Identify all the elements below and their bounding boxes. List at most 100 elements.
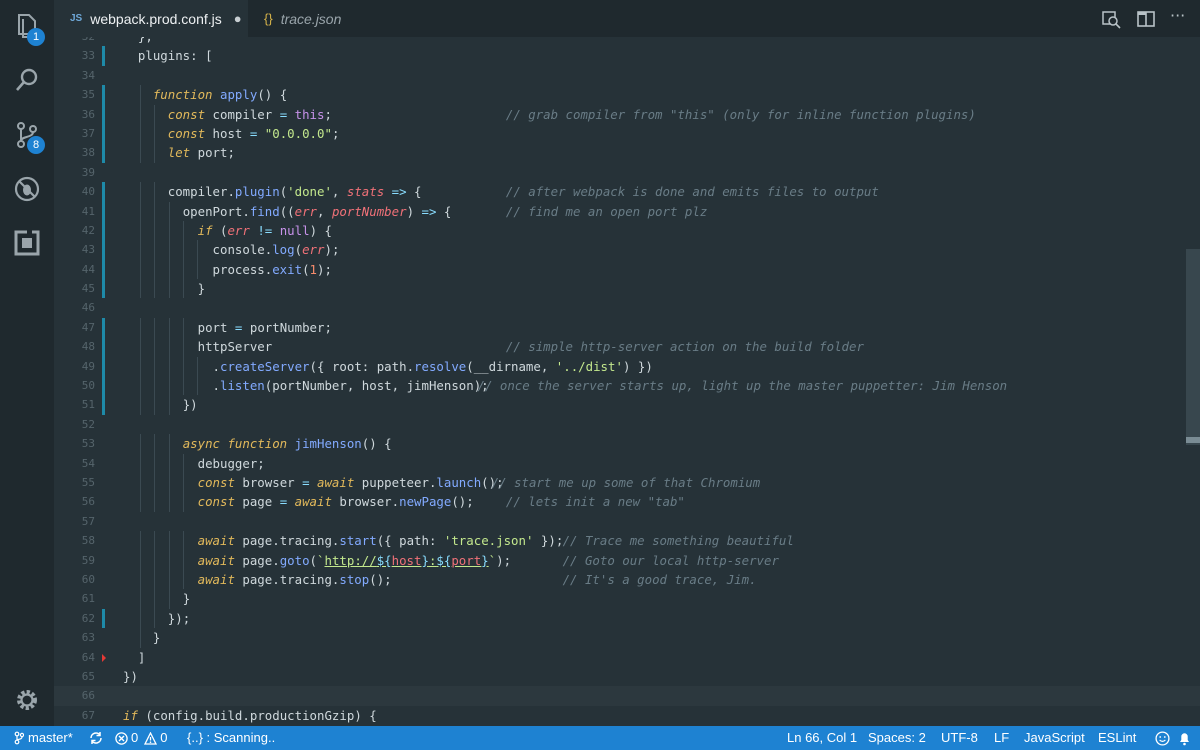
- line-number[interactable]: 50: [54, 376, 95, 395]
- notifications-bell-icon[interactable]: [1178, 726, 1191, 750]
- problems-indicator[interactable]: 0 0: [115, 726, 167, 750]
- modified-line-marker[interactable]: [102, 240, 105, 260]
- code-line[interactable]: 40 compiler.plugin('done', stats => {// …: [54, 182, 1200, 202]
- scanning-status[interactable]: {..} : Scanning..: [187, 726, 275, 750]
- modified-line-marker[interactable]: [102, 337, 105, 357]
- sync-icon[interactable]: [89, 726, 103, 750]
- line-number[interactable]: 43: [54, 240, 95, 259]
- line-number[interactable]: 63: [54, 628, 95, 647]
- line-number[interactable]: 54: [54, 454, 95, 473]
- line-number[interactable]: 32: [54, 37, 95, 46]
- modified-line-marker[interactable]: [102, 376, 105, 396]
- code-line[interactable]: 39: [54, 163, 1200, 182]
- feedback-smiley-icon[interactable]: [1155, 726, 1170, 750]
- code-line[interactable]: 57: [54, 512, 1200, 531]
- tab-webpack-prod-conf[interactable]: JS webpack.prod.conf.js ●: [54, 0, 248, 37]
- code-line[interactable]: 67 if (config.build.productionGzip) {: [54, 706, 1200, 725]
- modified-line-marker[interactable]: [102, 279, 105, 299]
- code-line[interactable]: 42 if (err != null) {: [54, 220, 1200, 241]
- search-icon[interactable]: [13, 66, 41, 94]
- deleted-lines-marker[interactable]: [102, 653, 106, 662]
- line-number[interactable]: 47: [54, 318, 95, 337]
- modified-line-marker[interactable]: [102, 46, 105, 66]
- code-line[interactable]: 61 }: [54, 589, 1200, 609]
- line-number[interactable]: 53: [54, 434, 95, 453]
- code-line[interactable]: 44 process.exit(1);: [54, 259, 1200, 280]
- line-number[interactable]: 40: [54, 182, 95, 201]
- code-line[interactable]: 56 const page = await browser.newPage();…: [54, 492, 1200, 512]
- line-number[interactable]: 60: [54, 570, 95, 589]
- modified-line-marker[interactable]: [102, 220, 105, 241]
- code-line[interactable]: 49 .createServer({ root: path.resolve(__…: [54, 356, 1200, 377]
- code-line[interactable]: 63 }: [54, 628, 1200, 648]
- line-number[interactable]: 41: [54, 202, 95, 221]
- eol-setting[interactable]: LF: [994, 726, 1009, 750]
- unsaved-dot-icon[interactable]: ●: [234, 11, 242, 26]
- eslint-status[interactable]: ESLint: [1098, 726, 1136, 750]
- code-line[interactable]: 33 plugins: [: [54, 46, 1200, 66]
- line-number[interactable]: 34: [54, 66, 95, 85]
- code-editor[interactable]: 32 },33 plugins: [3435 function apply() …: [54, 37, 1200, 726]
- modified-line-marker[interactable]: [102, 182, 105, 202]
- line-number[interactable]: 36: [54, 105, 95, 124]
- code-line[interactable]: 38 let port;: [54, 143, 1200, 163]
- debug-icon[interactable]: [13, 175, 41, 203]
- modified-line-marker[interactable]: [102, 317, 105, 338]
- line-number[interactable]: 33: [54, 46, 95, 65]
- code-line[interactable]: 47 port = portNumber;: [54, 317, 1200, 338]
- modified-line-marker[interactable]: [102, 259, 105, 280]
- code-line[interactable]: 50 .listen(portNumber, host, jimHenson);…: [54, 376, 1200, 396]
- code-line[interactable]: 58 await page.tracing.start({ path: 'tra…: [54, 531, 1200, 551]
- code-line[interactable]: 36 const compiler = this; // grab compile…: [54, 104, 1200, 124]
- code-line[interactable]: 34: [54, 66, 1200, 85]
- code-line[interactable]: 48 httpServer // simple http-server actio…: [54, 337, 1200, 357]
- line-number[interactable]: 49: [54, 357, 95, 376]
- code-line[interactable]: 54 debugger;: [54, 453, 1200, 473]
- modified-line-marker[interactable]: [102, 395, 105, 415]
- line-number[interactable]: 46: [54, 298, 95, 317]
- line-number[interactable]: 37: [54, 124, 95, 143]
- line-number[interactable]: 57: [54, 512, 95, 531]
- line-number[interactable]: 65: [54, 667, 95, 686]
- extensions-icon[interactable]: [13, 229, 41, 257]
- code-line[interactable]: 52: [54, 415, 1200, 434]
- open-changes-icon[interactable]: [1101, 9, 1121, 29]
- modified-line-marker[interactable]: [102, 143, 105, 163]
- line-number[interactable]: 51: [54, 395, 95, 414]
- modified-line-marker[interactable]: [102, 104, 105, 124]
- split-editor-icon[interactable]: [1136, 9, 1156, 29]
- code-line[interactable]: 62 });: [54, 608, 1200, 629]
- code-line[interactable]: 37 const host = "0.0.0.0";: [54, 123, 1200, 144]
- code-line[interactable]: 66: [54, 686, 1200, 706]
- line-number[interactable]: 35: [54, 85, 95, 104]
- language-mode[interactable]: JavaScript: [1024, 726, 1085, 750]
- line-number[interactable]: 52: [54, 415, 95, 434]
- code-line[interactable]: 64 ]: [54, 648, 1200, 667]
- code-line[interactable]: 51 }): [54, 395, 1200, 415]
- line-number[interactable]: 67: [54, 706, 95, 725]
- code-line[interactable]: 65}): [54, 667, 1200, 686]
- line-number[interactable]: 64: [54, 648, 95, 667]
- code-line[interactable]: 35 function apply() {: [54, 85, 1200, 105]
- encoding-setting[interactable]: UTF-8: [941, 726, 978, 750]
- line-number[interactable]: 61: [54, 589, 95, 608]
- line-number[interactable]: 58: [54, 531, 95, 550]
- code-line[interactable]: 55 const browser = await puppeteer.launc…: [54, 472, 1200, 493]
- line-number[interactable]: 39: [54, 163, 95, 182]
- line-number[interactable]: 56: [54, 492, 95, 511]
- line-number[interactable]: 44: [54, 260, 95, 279]
- modified-line-marker[interactable]: [102, 85, 105, 105]
- cursor-position[interactable]: Ln 66, Col 1: [787, 726, 857, 750]
- code-line[interactable]: 53 async function jimHenson() {: [54, 434, 1200, 454]
- code-line[interactable]: 43 console.log(err);: [54, 240, 1200, 260]
- code-line[interactable]: 45 }: [54, 279, 1200, 299]
- tab-trace-json[interactable]: {} trace.json: [248, 0, 398, 37]
- line-number[interactable]: 38: [54, 143, 95, 162]
- line-number[interactable]: 55: [54, 473, 95, 492]
- modified-line-marker[interactable]: [102, 356, 105, 377]
- line-number[interactable]: 66: [54, 686, 95, 705]
- vertical-scrollbar[interactable]: [1186, 249, 1200, 445]
- line-number[interactable]: 62: [54, 609, 95, 628]
- indentation-setting[interactable]: Spaces: 2: [868, 726, 926, 750]
- line-number[interactable]: 48: [54, 337, 95, 356]
